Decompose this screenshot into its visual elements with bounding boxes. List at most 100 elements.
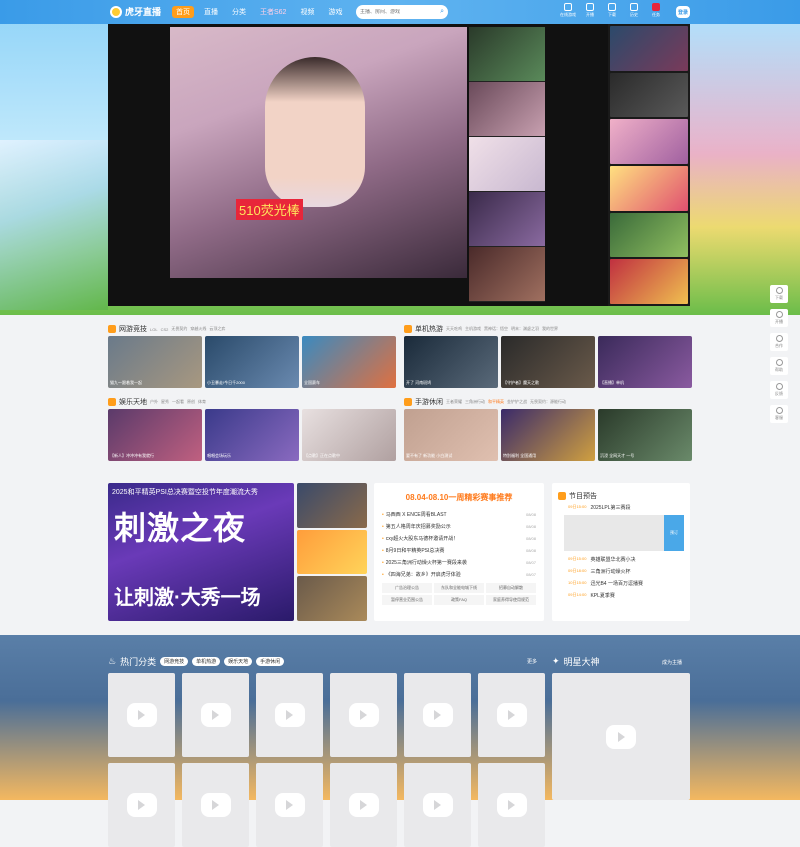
live-card[interactable]: 【守护者】魔天之歌 xyxy=(501,336,595,388)
tag-link[interactable]: 主机游戏 xyxy=(465,326,481,332)
section-title[interactable]: 手游休闲 xyxy=(415,397,443,407)
hot-chip[interactable]: 网游竞技 xyxy=(160,657,189,666)
live-thumbnail[interactable] xyxy=(469,82,545,137)
become-streamer-link[interactable]: 成为主播 xyxy=(662,659,682,666)
category-placeholder[interactable] xyxy=(182,673,249,757)
rail-feedback[interactable]: 反馈 xyxy=(770,381,788,399)
live-card[interactable]: 唱唱会场玩乐 xyxy=(205,409,299,461)
nav-live[interactable]: 直播 xyxy=(200,6,222,18)
promo-card[interactable] xyxy=(610,166,688,211)
category-placeholder[interactable] xyxy=(108,673,175,757)
live-card[interactable]: 【直播】单机 xyxy=(598,336,692,388)
tag-link[interactable]: 三角洲行动 xyxy=(465,399,485,405)
category-placeholder[interactable] xyxy=(108,763,175,847)
event-banner[interactable]: 2025和平精英PSI总决赛暨空投节年度潮流大秀 刺激之夜 让刺激·大秀一场 xyxy=(108,483,294,621)
search-input[interactable] xyxy=(360,9,430,15)
live-thumbnail[interactable] xyxy=(469,137,545,192)
mini-banner[interactable] xyxy=(297,576,367,622)
task-button[interactable]: 任务 xyxy=(648,3,664,18)
live-card[interactable]: 全国赛车 xyxy=(302,336,396,388)
main-live-video[interactable] xyxy=(170,27,467,278)
category-placeholder[interactable] xyxy=(404,763,471,847)
mini-banner[interactable] xyxy=(297,529,367,575)
tag-link[interactable]: 我的世界 xyxy=(542,326,558,332)
nav-home[interactable]: 首页 xyxy=(172,6,194,18)
news-item[interactable]: 8月9日和平精英PSI总决赛08/08 xyxy=(382,544,536,556)
news-item[interactable]: 《四海兄弟：故乡》开启虎牙体验08/07 xyxy=(382,568,536,580)
notice-link[interactable]: 家庭养得导使用规范 xyxy=(486,595,536,605)
news-title[interactable]: 08.04-08.10一周精彩赛事推荐 xyxy=(374,492,544,503)
live-card[interactable]: 猫九～跟着我一起 xyxy=(108,336,202,388)
live-card[interactable]: 要不有了 新功能 小白测试 xyxy=(404,409,498,461)
promo-card[interactable] xyxy=(610,26,688,71)
notice-link[interactable]: 政策FAQ xyxy=(434,595,484,605)
login-button[interactable]: 登录 xyxy=(676,6,690,18)
history-button[interactable]: 历史 xyxy=(626,3,642,18)
live-thumbnail[interactable] xyxy=(469,247,545,302)
nav-video[interactable]: 视频 xyxy=(296,6,318,18)
tag-link[interactable]: CS2 xyxy=(161,327,169,332)
category-placeholder[interactable] xyxy=(478,673,545,757)
live-card[interactable]: 【点歌】正在点歌中 xyxy=(302,409,396,461)
live-card[interactable]: 特别福利 全国通用 xyxy=(501,409,595,461)
mini-banner[interactable] xyxy=(297,483,367,528)
tag-link[interactable]: 原创 xyxy=(187,399,195,405)
nav-game[interactable]: 游戏 xyxy=(324,6,346,18)
promo-card[interactable] xyxy=(610,259,688,305)
category-placeholder[interactable] xyxy=(256,673,323,757)
tag-link[interactable]: 户外 xyxy=(150,399,158,405)
huya-logo[interactable]: 虎牙直播 xyxy=(110,5,161,18)
promo-card[interactable] xyxy=(610,212,688,258)
tag-link[interactable]: 无畏契约 xyxy=(171,326,187,332)
live-card[interactable]: 【新人】冲冲冲有我就行 xyxy=(108,409,202,461)
category-placeholder[interactable] xyxy=(330,673,397,757)
category-placeholder[interactable] xyxy=(478,763,545,847)
notice-link[interactable]: 招募自动解散 xyxy=(486,583,536,593)
tag-link[interactable]: 天天吃鸡 xyxy=(446,326,462,332)
search-icon[interactable]: ⌕ xyxy=(440,8,444,16)
news-item[interactable]: 马西西 X ENCE周看BLAST08/08 xyxy=(382,508,536,520)
promo-card[interactable] xyxy=(610,72,688,118)
section-title[interactable]: 单机热游 xyxy=(415,324,443,334)
schedule-item[interactable]: 10日15:00 迅光B4 一场百万逗播赛 xyxy=(568,577,690,589)
section-title[interactable]: 娱乐天地 xyxy=(119,397,147,407)
schedule-preview[interactable]: 预订 xyxy=(564,515,684,551)
category-placeholder[interactable] xyxy=(330,763,397,847)
category-placeholder[interactable] xyxy=(404,673,471,757)
schedule-item[interactable]: 09日14:00 KPL夏季赛 xyxy=(568,589,690,601)
hot-more-link[interactable]: 更多 xyxy=(527,658,537,665)
live-thumbnail[interactable] xyxy=(469,192,545,247)
tag-link[interactable]: 云顶之弈 xyxy=(209,326,225,332)
tag-link[interactable]: 体育 xyxy=(198,399,206,405)
hot-chip[interactable]: 单机热游 xyxy=(192,657,221,666)
rail-help[interactable]: 帮助 xyxy=(770,357,788,375)
notice-link[interactable]: 东队和全能电城下线 xyxy=(434,583,484,593)
broadcast-button[interactable]: 开播 xyxy=(582,3,598,18)
tag-link[interactable]: 黑神话：悟空 xyxy=(484,326,508,332)
tag-link[interactable]: 明末：渊虚之羽 xyxy=(511,326,539,332)
nav-kings-s62[interactable]: 王者S62 xyxy=(256,6,290,18)
category-placeholder[interactable] xyxy=(256,763,323,847)
download-button[interactable]: 下载 xyxy=(604,3,620,18)
tag-link[interactable]: 穿越火线 xyxy=(190,326,206,332)
notice-link[interactable]: 广告治理公告 xyxy=(382,583,432,593)
rail-broadcast[interactable]: 开播 xyxy=(770,309,788,327)
nav-category[interactable]: 分类 xyxy=(228,6,250,18)
notice-link[interactable]: 暂停营业范围公告 xyxy=(382,595,432,605)
news-item[interactable]: cxy超火大股东马德杯邀请开战！08/08 xyxy=(382,532,536,544)
hot-chip[interactable]: 娱乐天地 xyxy=(224,657,253,666)
schedule-item[interactable]: 09日15:00 2025LPL第三赛段 xyxy=(568,501,690,513)
tag-link[interactable]: 星秀 xyxy=(161,399,169,405)
schedule-item[interactable]: 09日15:00 英雄联盟华北赛小决 xyxy=(568,553,690,565)
news-item[interactable]: 2025三角洲行动燥火杯第一赛段来袭08/07 xyxy=(382,556,536,568)
news-item[interactable]: 第五人格周年庆招募奖励公示08/08 xyxy=(382,520,536,532)
live-thumbnail[interactable] xyxy=(469,27,545,82)
rail-cooperate[interactable]: 合作 xyxy=(770,333,788,351)
live-card[interactable]: 开了 河南斑鸠 xyxy=(404,336,498,388)
tag-link[interactable]: LOL xyxy=(150,327,158,332)
promo-card[interactable] xyxy=(610,119,688,165)
tag-link[interactable]: 一起看 xyxy=(172,399,184,405)
tag-link[interactable]: 王者荣耀 xyxy=(446,399,462,405)
star-placeholder[interactable] xyxy=(552,673,690,800)
tag-link[interactable]: 金铲铲之战 xyxy=(507,399,527,405)
